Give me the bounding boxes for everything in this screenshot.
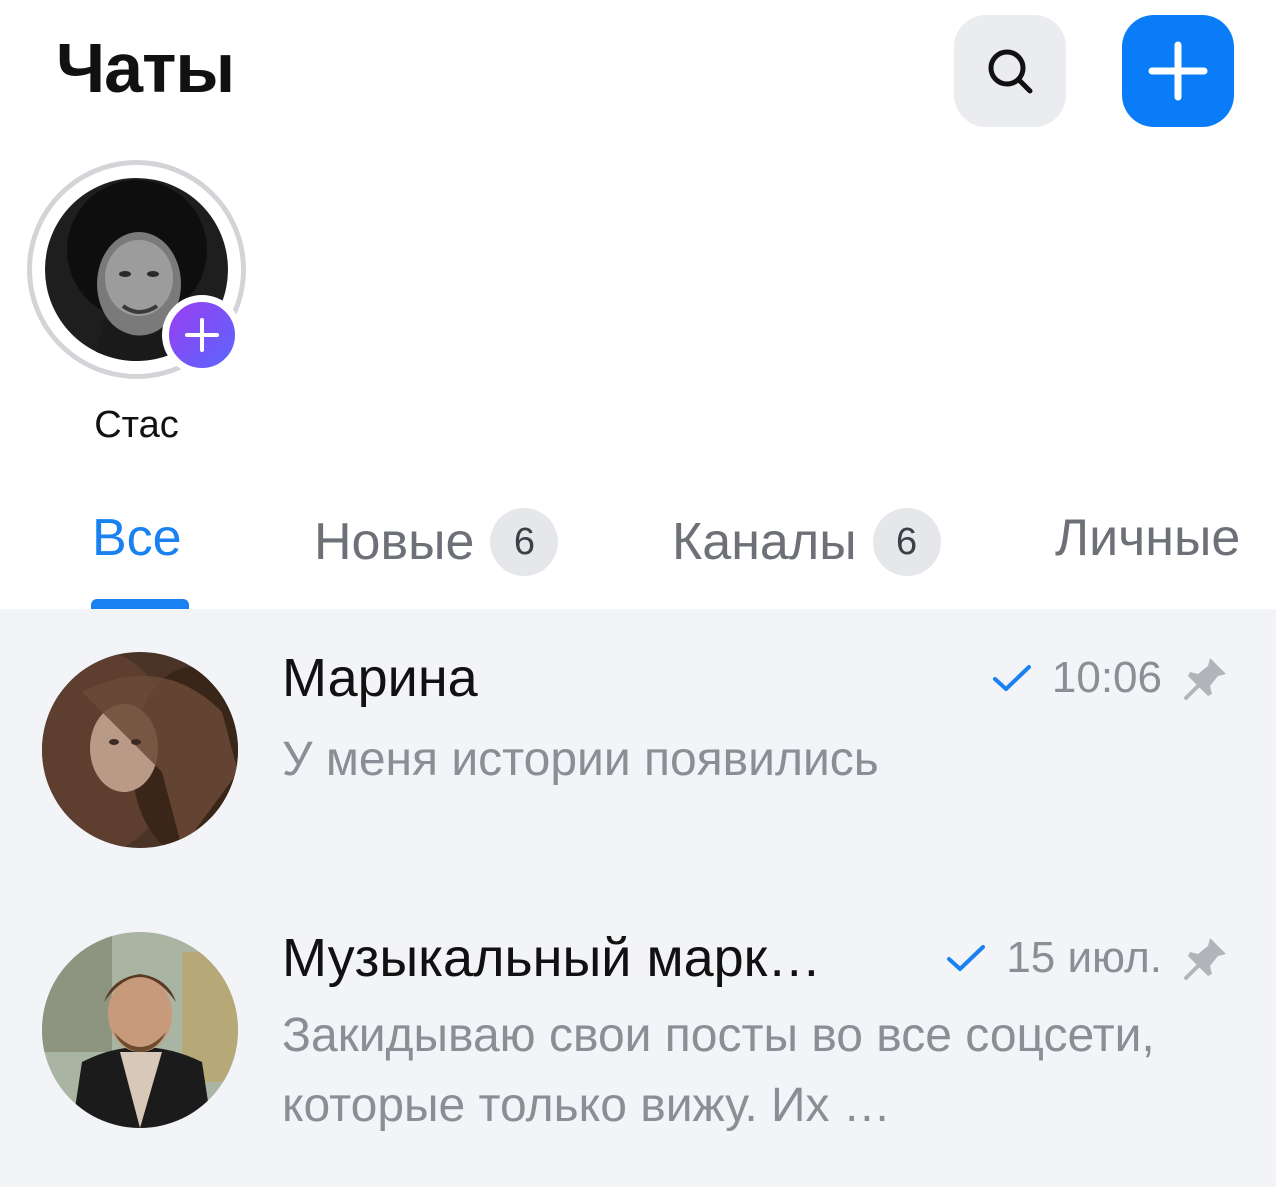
chat-time: 10:06 bbox=[1051, 653, 1162, 702]
page-title: Чаты bbox=[56, 29, 235, 107]
chats-screen: Чаты Стас Все Новые 6 Каналы 6 Личные Ма… bbox=[0, 0, 1276, 1187]
chat-preview: Закидываю свои посты во все соцсети, кот… bbox=[282, 1009, 1155, 1132]
avatar bbox=[42, 652, 238, 848]
search-icon bbox=[988, 49, 1033, 94]
tab-new[interactable]: Новые 6 bbox=[314, 508, 559, 576]
tab-all[interactable]: Все bbox=[92, 508, 182, 568]
chat-row[interactable]: Марина 10:06 У меня истории появились bbox=[0, 609, 1276, 889]
chat-name: Марина bbox=[282, 648, 478, 708]
chat-meta: 15 июл. bbox=[946, 933, 1230, 983]
story-name: Стас bbox=[94, 404, 179, 446]
count-badge: 6 bbox=[872, 508, 941, 576]
chat-name: Музыкальный марк… bbox=[282, 928, 822, 988]
pin-icon bbox=[1182, 654, 1230, 702]
add-story-button[interactable] bbox=[162, 295, 242, 375]
new-chat-button[interactable] bbox=[1122, 15, 1234, 127]
chat-row[interactable]: Музыкальный марк… 15 июл. Закидываю свои… bbox=[0, 889, 1276, 1169]
plus-icon bbox=[185, 318, 219, 352]
count-badge: 6 bbox=[490, 508, 559, 576]
check-icon bbox=[992, 663, 1032, 693]
search-button[interactable] bbox=[954, 15, 1066, 127]
story-item[interactable]: Стас bbox=[27, 160, 247, 460]
chat-preview: У меня истории появились bbox=[282, 733, 879, 786]
tab-label: Все bbox=[92, 509, 182, 567]
pin-icon bbox=[1182, 934, 1230, 982]
avatar bbox=[42, 932, 238, 1128]
filter-tabs: Все Новые 6 Каналы 6 Личные bbox=[0, 498, 1276, 610]
tab-channels[interactable]: Каналы 6 bbox=[672, 508, 941, 576]
chat-list: Марина 10:06 У меня истории появились Му… bbox=[0, 609, 1276, 1187]
plus-icon bbox=[1148, 41, 1208, 101]
tab-label: Новые bbox=[314, 513, 475, 571]
tab-label: Каналы bbox=[672, 513, 857, 571]
check-icon bbox=[946, 943, 986, 973]
chat-meta: 10:06 bbox=[992, 653, 1230, 703]
tab-label: Личные bbox=[1055, 509, 1241, 567]
tab-personal[interactable]: Личные bbox=[1055, 508, 1240, 568]
chat-time: 15 июл. bbox=[1006, 933, 1162, 982]
